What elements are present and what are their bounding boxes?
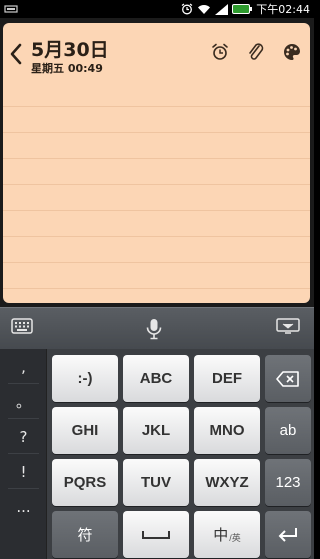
keyboard: , 。 ? ! ... :-) ABC DEF GHI JKL MNO ab P… — [0, 349, 314, 559]
lang-main-label: 中 — [213, 527, 229, 544]
status-time: 下午02:44 — [256, 3, 310, 16]
space-icon — [142, 530, 170, 539]
key-def[interactable]: DEF — [194, 355, 260, 402]
usb-icon — [4, 5, 18, 13]
note-weekday-time: 星期五 00:49 — [31, 62, 103, 75]
punct-key-question[interactable]: ? — [0, 419, 47, 454]
palette-icon[interactable] — [282, 42, 302, 62]
back-icon[interactable] — [8, 42, 24, 66]
paperclip-icon[interactable] — [246, 42, 266, 62]
punct-key-period[interactable]: 。 — [0, 384, 47, 419]
space-key[interactable] — [123, 511, 189, 558]
punct-key-ellipsis[interactable]: ... — [0, 489, 47, 524]
punct-key-comma[interactable]: , — [0, 349, 47, 384]
signal-icon — [215, 3, 229, 15]
punct-key-exclamation[interactable]: ! — [0, 454, 47, 489]
key-mno[interactable]: MNO — [194, 407, 260, 454]
keyboard-icon[interactable] — [11, 318, 33, 334]
reminder-alarm-icon[interactable] — [210, 42, 230, 62]
status-bar: 下午02:44 — [0, 0, 314, 18]
backspace-icon — [276, 370, 299, 387]
note-card[interactable]: 5月30日 星期五 00:49 — [3, 23, 310, 303]
key-tuv[interactable]: TUV — [123, 459, 189, 506]
key-symbols[interactable]: 符 — [52, 511, 118, 558]
battery-icon — [232, 4, 253, 14]
microphone-icon[interactable] — [145, 318, 163, 340]
backspace-key[interactable] — [265, 355, 311, 402]
key-abc[interactable]: ABC — [123, 355, 189, 402]
note-date: 5月30日 — [31, 39, 109, 61]
key-pqrs[interactable]: PQRS — [52, 459, 118, 506]
enter-key[interactable] — [265, 511, 311, 558]
key-language-switch[interactable]: 中/英 — [194, 511, 260, 558]
wifi-icon — [198, 4, 211, 14]
enter-icon — [278, 527, 297, 542]
lang-sub-label: /英 — [229, 533, 241, 543]
hide-keyboard-icon[interactable] — [276, 318, 300, 336]
punctuation-column: , 。 ? ! ... — [0, 349, 47, 559]
key-ab[interactable]: ab — [265, 407, 311, 454]
keyboard-toolbar — [0, 307, 314, 349]
key-smiley[interactable]: :-) — [52, 355, 118, 402]
key-jkl[interactable]: JKL — [123, 407, 189, 454]
note-body[interactable] — [3, 81, 310, 303]
key-wxyz[interactable]: WXYZ — [194, 459, 260, 506]
key-ghi[interactable]: GHI — [52, 407, 118, 454]
key-123[interactable]: 123 — [265, 459, 311, 506]
note-area: 5月30日 星期五 00:49 — [0, 18, 314, 307]
alarm-icon — [181, 3, 193, 15]
